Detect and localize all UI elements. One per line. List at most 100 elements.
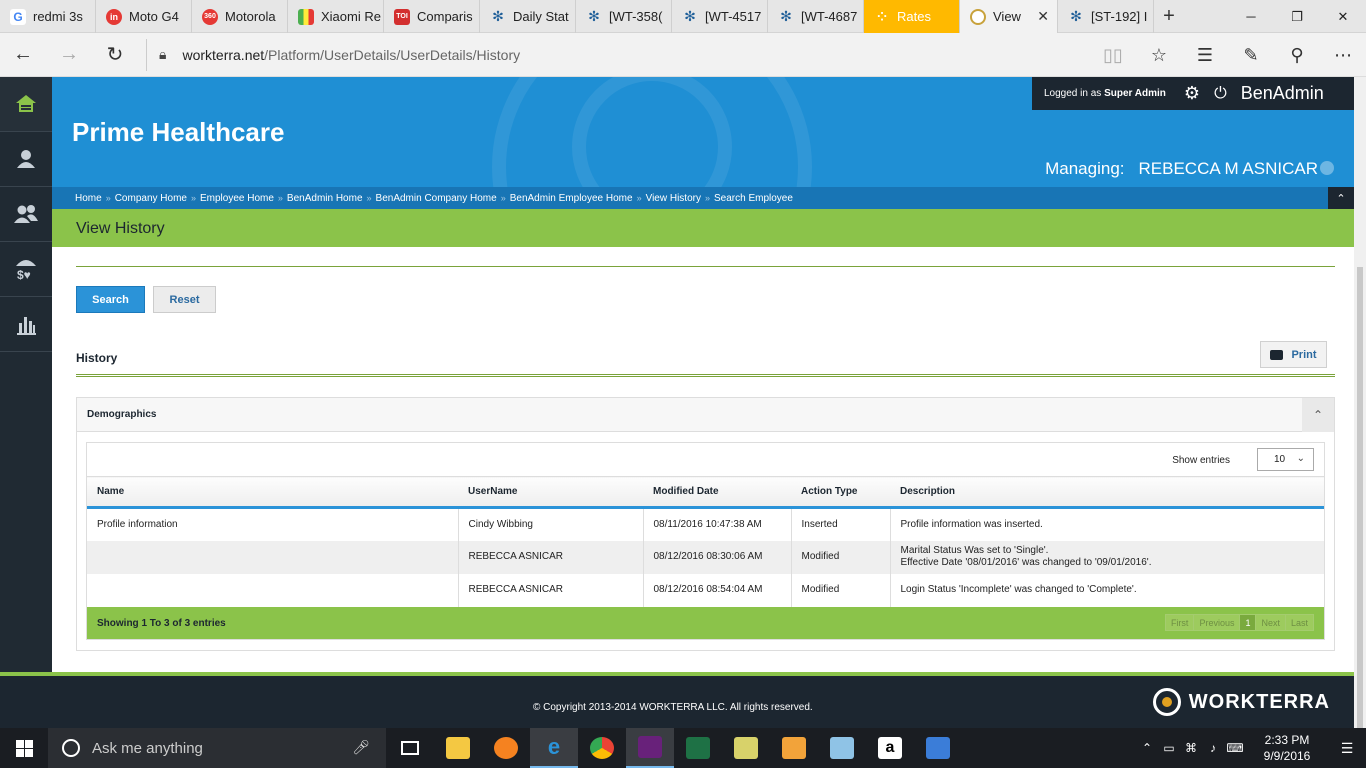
reset-button[interactable]: Reset (153, 286, 216, 313)
toi-icon: TOI (394, 8, 410, 25)
panel-header[interactable]: Demographics ⌃ (77, 398, 1334, 432)
share-icon[interactable]: ⚲ (1274, 45, 1320, 66)
notes-icon[interactable] (722, 728, 770, 768)
browser-tab-active[interactable]: View ✕ (960, 0, 1058, 33)
browser-tab[interactable]: Gredmi 3s (0, 0, 96, 33)
history-heading: History (76, 351, 118, 365)
pager-previous[interactable]: Previous (1194, 615, 1241, 630)
favorite-star-icon[interactable]: ☆ (1136, 45, 1182, 66)
column-header-name[interactable]: Name (87, 476, 458, 509)
breadcrumb-company-home[interactable]: Company Home (115, 193, 187, 204)
close-window-icon[interactable]: ✕ (1320, 0, 1366, 33)
excel-icon[interactable] (674, 728, 722, 768)
managing-name[interactable]: REBECCA M ASNICAR (1139, 159, 1319, 178)
browser-tab[interactable]: ⁘ Rates (864, 0, 960, 33)
browser-tab[interactable]: Xiaomi Re (288, 0, 384, 33)
browser-tab[interactable]: ✻ [ST-192] I (1058, 0, 1154, 33)
sidebar-item-employee[interactable] (0, 132, 52, 187)
windows-taskbar: Ask me anything 🎤︎ e a ⌃ ▭ ⌘ ♪ ⌨ 2:33 PM… (0, 728, 1366, 768)
keyboard-icon[interactable]: ⌨ (1224, 741, 1246, 755)
page-scrollbar[interactable] (1354, 77, 1366, 747)
sidebar-item-benefits[interactable]: $♥ (0, 242, 52, 297)
pager-next[interactable]: Next (1256, 615, 1286, 630)
browser-tab[interactable]: ✻ [WT-358( (576, 0, 672, 33)
battery-icon[interactable]: ▭ (1158, 741, 1180, 755)
restore-icon[interactable]: ❐ (1274, 0, 1320, 33)
task-view-icon[interactable] (386, 728, 434, 768)
pager-last[interactable]: Last (1285, 615, 1313, 630)
app-icon[interactable] (818, 728, 866, 768)
start-button[interactable] (0, 728, 48, 768)
jira-icon: ✻ (684, 8, 696, 24)
remote-desktop-icon[interactable] (914, 728, 962, 768)
breadcrumb-search-employee[interactable]: Search Employee (714, 193, 793, 204)
cell-name: Profile information (87, 507, 459, 541)
back-icon[interactable]: ← (0, 33, 46, 77)
new-tab-button[interactable]: + (1154, 0, 1184, 33)
more-icon[interactable]: ⋯ (1320, 45, 1366, 66)
browser-tab[interactable]: ✻ Daily Stat (480, 0, 576, 33)
browser-tab[interactable]: TOI Comparis (384, 0, 480, 33)
chrome-icon[interactable] (578, 728, 626, 768)
cell-modified-date: 08/12/2016 08:30:06 AM (643, 540, 792, 574)
cortana-search-input[interactable]: Ask me anything 🎤︎ (48, 728, 386, 768)
url-field[interactable]: 🔒︎ workterra.net/Platform/UserDetails/Us… (146, 38, 1076, 71)
chevron-up-icon[interactable]: ⌃ (1136, 741, 1158, 755)
info-icon[interactable] (1320, 161, 1334, 175)
microphone-icon[interactable]: 🎤︎ (352, 739, 370, 756)
clock[interactable]: 2:33 PM 9/9/2016 (1246, 732, 1328, 764)
sidebar-item-home[interactable] (0, 77, 52, 132)
column-header-username[interactable]: UserName (458, 476, 643, 509)
action-center-icon[interactable]: ☰ (1328, 740, 1366, 757)
browser-tab[interactable]: in Moto G4 (96, 0, 192, 33)
web-note-icon[interactable]: ✎ (1228, 45, 1274, 66)
pager-current[interactable]: 1 (1240, 615, 1257, 630)
breadcrumb-benadmin-company-home[interactable]: BenAdmin Company Home (376, 193, 497, 204)
volume-icon[interactable]: ♪ (1202, 741, 1224, 755)
breadcrumb-benadmin-employee-home[interactable]: BenAdmin Employee Home (510, 193, 633, 204)
file-explorer-icon[interactable] (434, 728, 482, 768)
banner-decoration (572, 77, 732, 187)
column-header-modified-date[interactable]: Modified Date (643, 476, 791, 509)
breadcrumb-employee-home[interactable]: Employee Home (200, 193, 274, 204)
divider (76, 374, 1335, 377)
minimize-icon[interactable]: ─ (1228, 0, 1274, 33)
refresh-icon[interactable]: ↻ (92, 33, 138, 77)
firefox-icon[interactable] (482, 728, 530, 768)
gear-icon[interactable]: ⚙ (1184, 83, 1200, 104)
scrollbar-thumb[interactable] (1357, 267, 1363, 747)
close-tab-icon[interactable]: ✕ (1037, 8, 1049, 25)
breadcrumb-benadmin-home[interactable]: BenAdmin Home (287, 193, 363, 204)
rates-icon: ⁘ (876, 9, 888, 24)
hub-icon[interactable]: ☰ (1182, 45, 1228, 66)
cell-description: Marital Status Was set to 'Single'. Effec… (890, 540, 1324, 574)
column-header-description[interactable]: Description (890, 476, 1324, 509)
mail-icon[interactable] (770, 728, 818, 768)
edge-icon[interactable]: e (530, 728, 578, 768)
search-button[interactable]: Search (76, 286, 145, 313)
visual-studio-icon[interactable] (626, 728, 674, 768)
sidebar-item-employees[interactable] (0, 187, 52, 242)
left-sidebar: $♥ (0, 77, 52, 672)
browser-tab[interactable]: ✻ [WT-4517 (672, 0, 768, 33)
sidebar-item-reports[interactable] (0, 297, 52, 352)
browser-tab[interactable]: ✻ [WT-4687 (768, 0, 864, 33)
pager-first[interactable]: First (1165, 615, 1195, 630)
collapse-header-button[interactable]: ⌃ (1328, 187, 1354, 209)
forward-icon[interactable]: → (46, 33, 92, 77)
breadcrumb-view-history[interactable]: View History (646, 193, 701, 204)
breadcrumb-home[interactable]: Home (75, 193, 102, 204)
cell-username: REBECCA ASNICAR (458, 573, 644, 607)
column-header-action-type[interactable]: Action Type (791, 476, 890, 509)
breadcrumb-separator: » (500, 193, 506, 203)
network-icon[interactable]: ⌘ (1180, 741, 1202, 755)
workterra-logo-icon (1152, 688, 1181, 716)
power-icon[interactable]: ⏻ (1214, 85, 1227, 103)
browser-tab[interactable]: 360 Motorola (192, 0, 288, 33)
page-size-select[interactable]: 10 ⌄ (1257, 448, 1314, 471)
print-button[interactable]: Print (1260, 341, 1327, 368)
reading-view-icon[interactable]: ▯▯ (1090, 45, 1136, 66)
amazon-icon[interactable]: a (866, 728, 914, 768)
chevron-up-icon[interactable]: ⌃ (1302, 398, 1334, 432)
cell-description: Profile information was inserted. (890, 507, 1324, 541)
